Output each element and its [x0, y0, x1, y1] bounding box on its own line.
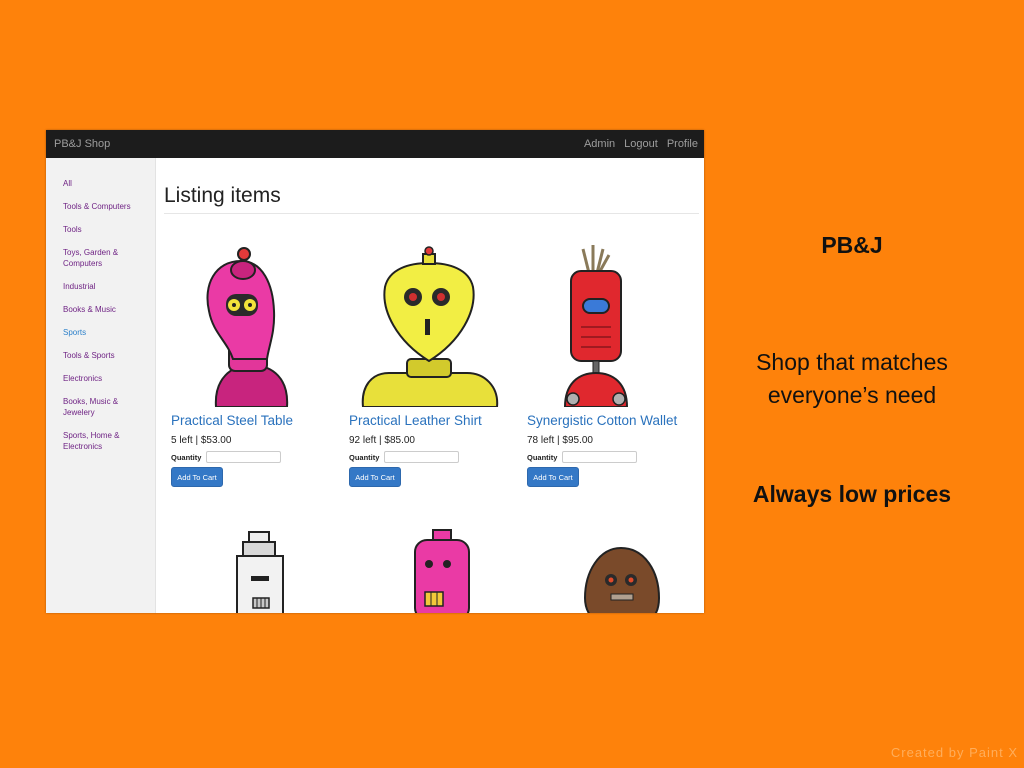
shop-screenshot: PB&J Shop Admin Logout Profile All Tools…: [46, 130, 704, 613]
slide-title: PB&J: [821, 232, 883, 258]
quantity-row: Quantity: [527, 451, 687, 463]
category-item-books-music-jewelery[interactable]: Books, Music & Jewelery: [63, 396, 141, 418]
category-item-electronics[interactable]: Electronics: [63, 373, 141, 384]
slide-tagline: Shop that matches everyone’s need: [740, 346, 964, 412]
product-image-yellow-robot[interactable]: [349, 241, 509, 407]
credit-watermark: Created by Paint X: [890, 745, 1018, 760]
category-item-sports-home-electronics[interactable]: Sports, Home & Electronics: [63, 430, 141, 452]
quantity-label: Quantity: [527, 452, 558, 462]
category-item-industrial[interactable]: Industrial: [63, 281, 141, 292]
product-name-link[interactable]: Practical Leather Shirt: [349, 413, 509, 428]
product-stock-price: 78 left | $95.00: [527, 435, 593, 446]
product-stock-price: 5 left | $53.00: [171, 435, 232, 446]
title-divider: [164, 213, 699, 214]
yellow-robot-icon: [361, 246, 499, 407]
product-card: Practical Steel Table 5 left | $53.00 Qu…: [171, 241, 331, 487]
product-image-pink-robot-2[interactable]: [377, 528, 507, 613]
nav-logout[interactable]: Logout: [624, 138, 658, 150]
product-name-link[interactable]: Synergistic Cotton Wallet: [527, 413, 687, 428]
category-item-all[interactable]: All: [63, 178, 141, 189]
category-sidebar: All Tools & Computers Tools Toys, Garden…: [46, 158, 156, 613]
category-item-tools-sports[interactable]: Tools & Sports: [63, 350, 141, 361]
product-card: Practical Leather Shirt 92 left | $85.00…: [349, 241, 509, 487]
nav-links: Admin Logout Profile: [584, 138, 698, 150]
category-list: All Tools & Computers Tools Toys, Garden…: [46, 158, 155, 452]
tagline-line-2: everyone’s need: [767, 382, 937, 408]
product-image-white-robot[interactable]: [195, 528, 325, 613]
nav-admin[interactable]: Admin: [584, 138, 615, 150]
quantity-row: Quantity: [349, 451, 509, 463]
product-image-pink-robot[interactable]: [171, 241, 331, 407]
product-name-link[interactable]: Practical Steel Table: [171, 413, 331, 428]
quantity-input[interactable]: [562, 451, 637, 463]
brand-link[interactable]: PB&J Shop: [54, 138, 110, 150]
quantity-label: Quantity: [171, 452, 202, 462]
add-to-cart-button[interactable]: Add To Cart: [527, 467, 579, 487]
tagline-line-1: Shop that matches: [756, 349, 948, 375]
quantity-input[interactable]: [384, 451, 459, 463]
product-image-red-robot[interactable]: [527, 241, 687, 407]
red-robot-icon: [563, 245, 629, 407]
pink-robot-2-icon: [414, 529, 470, 613]
add-to-cart-button[interactable]: Add To Cart: [171, 467, 223, 487]
slide-slogan: Always low prices: [752, 481, 952, 507]
nav-profile[interactable]: Profile: [667, 138, 698, 150]
white-robot-icon: [236, 531, 284, 613]
product-image-brown-robot[interactable]: [553, 528, 683, 613]
quantity-row: Quantity: [171, 451, 331, 463]
brown-robot-icon: [583, 546, 661, 613]
page-title: Listing items: [164, 184, 281, 207]
quantity-input[interactable]: [206, 451, 281, 463]
product-card: Synergistic Cotton Wallet 78 left | $95.…: [527, 241, 687, 487]
category-item-tools-computers[interactable]: Tools & Computers: [63, 201, 141, 212]
navbar: PB&J Shop Admin Logout Profile: [46, 130, 704, 158]
add-to-cart-button[interactable]: Add To Cart: [349, 467, 401, 487]
pink-robot-icon: [206, 247, 289, 407]
quantity-label: Quantity: [349, 452, 380, 462]
category-item-tools[interactable]: Tools: [63, 224, 141, 235]
main-content: Listing items Practical Steel Table 5 le…: [155, 158, 704, 613]
category-item-sports[interactable]: Sports: [63, 327, 141, 338]
product-stock-price: 92 left | $85.00: [349, 435, 415, 446]
category-item-toys-garden-computers[interactable]: Toys, Garden & Computers: [63, 247, 141, 269]
category-item-books-music[interactable]: Books & Music: [63, 304, 141, 315]
